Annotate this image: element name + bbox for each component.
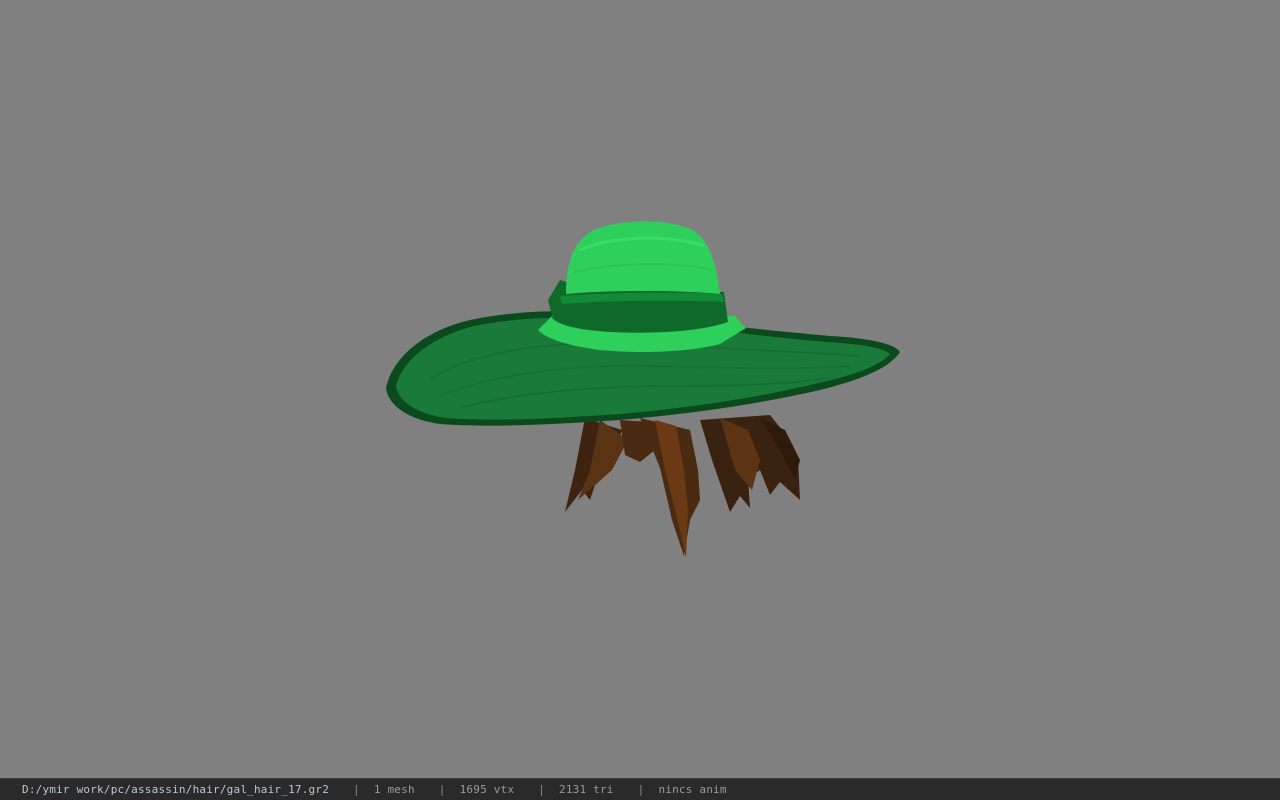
status-separator: | — [438, 783, 446, 796]
model-render — [386, 221, 900, 558]
animation-label: nincs anim — [658, 783, 727, 796]
hat-crown — [566, 221, 720, 294]
status-separator: | — [637, 783, 645, 796]
hair-mesh — [565, 415, 800, 558]
triangle-count-label: 2131 tri — [559, 783, 614, 796]
file-path-label: D:/ymir work/pc/assassin/hair/gal_hair_1… — [22, 783, 330, 796]
vertex-count-label: 1695 vtx — [459, 783, 515, 796]
status-bar: D:/ymir work/pc/assassin/hair/gal_hair_1… — [0, 778, 1280, 800]
3d-viewport[interactable] — [0, 0, 1280, 778]
status-separator: | — [538, 783, 546, 796]
mesh-count-label: 1 mesh — [373, 783, 415, 796]
status-separator: | — [353, 783, 360, 796]
